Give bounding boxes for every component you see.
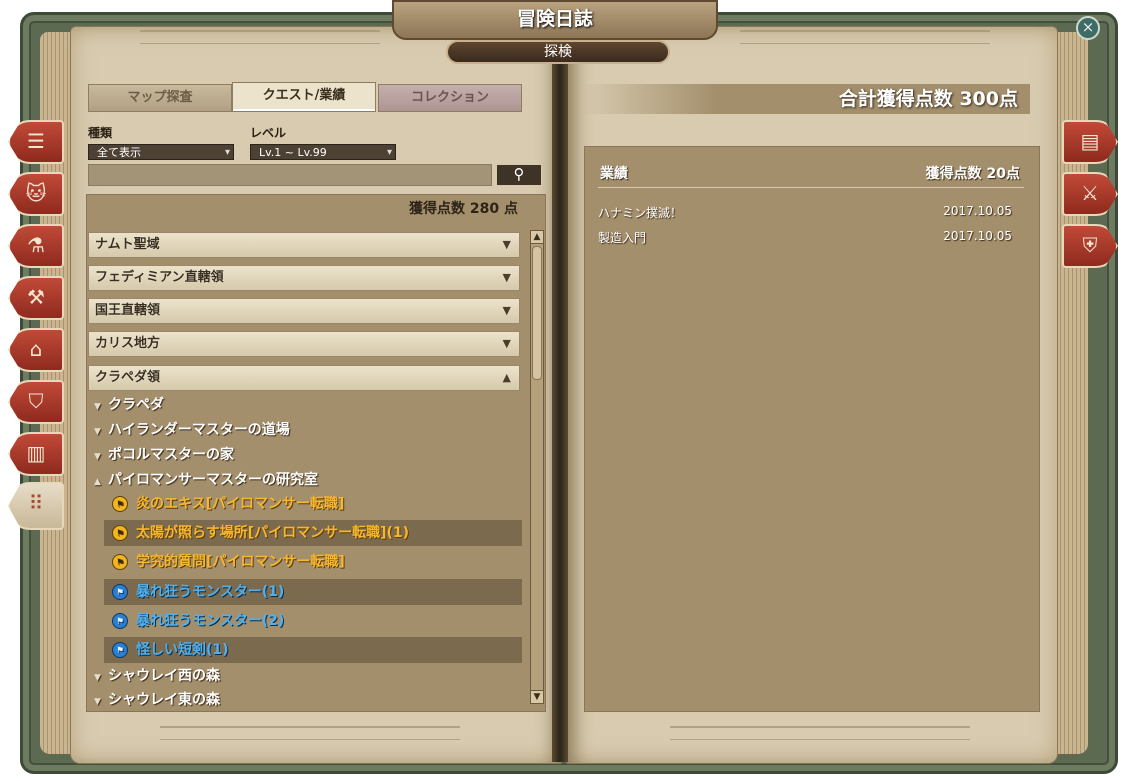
quest-label: 暴れ狂うモンスター(2) [136,613,285,629]
level-label: レベル [250,126,287,140]
subarea-item[interactable]: ▲ パイロマンサーマスターの研究室 [94,469,318,489]
quest-item[interactable]: ⚑ 学究的質問[パイロマンサー転職] [104,549,522,575]
subarea-label: クラペダ [108,397,164,413]
chevron-down-icon: ▼ [94,427,101,437]
scroll-thumb[interactable] [532,246,542,380]
achievements-header: 業績 獲得点数 20点 [598,160,1024,188]
quest-label: 学究的質問[パイロマンサー転職] [136,554,345,570]
scroll-up-icon[interactable]: ▲ [530,230,544,244]
type-label: 種類 [88,126,113,140]
chevron-up-icon: ▲ [502,371,511,384]
quest-label: 暴れ狂うモンスター(1) [136,584,285,600]
search-input[interactable] [88,164,492,186]
top-flourish-left [140,30,380,44]
type-select[interactable]: 全て表示 [88,144,234,161]
crest-icon[interactable]: ⛉ [8,380,64,424]
subarea-item[interactable]: ▼ シャウレイ西の森 [94,665,220,685]
region-klaipeda[interactable]: クラペダ領 ▲ [88,365,520,391]
subarea-item[interactable]: ▼ シャウレイ東の森 [94,689,220,709]
region-fedimian[interactable]: フェディミアン直轄領 ▼ [88,265,520,291]
quest-flag-icon: ⚑ [112,642,128,658]
tab-quest-achievements[interactable]: クエスト/業績 [232,82,376,112]
bottom-flourish-left [160,726,460,740]
footprints-icon[interactable]: ⠿ [8,482,64,530]
subarea-item[interactable]: ▼ ハイランダーマスターの道場 [94,419,290,439]
chevron-down-icon: ▼ [502,304,511,317]
quest-flag-icon: ⚑ [112,554,128,570]
achievement-row: ハナミン撲滅！ 2017.10.05 [598,204,1024,221]
search-icon[interactable]: ⚲ [496,164,542,186]
achievement-date: 2017.10.05 [943,229,1012,243]
total-points: 合計獲得点数 300点 [582,84,1030,114]
chevron-down-icon: ▼ [502,337,511,350]
quest-flag-icon: ⚑ [112,584,128,600]
window-subtitle: 探検 [446,40,670,64]
subarea-label: パイロマンサーマスターの研究室 [108,472,318,488]
quest-item[interactable]: ⚑ 暴れ狂うモンスター(2) [104,608,522,634]
quest-flag-icon: ⚑ [112,613,128,629]
chevron-down-icon: ▼ [502,271,511,284]
quest-label: 炎のエキス[パイロマンサー転職] [136,496,345,512]
tab-map-exploration[interactable]: マップ探査 [88,84,232,112]
subarea-item[interactable]: ▼ ポコルマスターの家 [94,444,234,464]
chevron-up-icon: ▲ [94,477,101,487]
quest-item[interactable]: ⚑ 太陽が照らす場所[パイロマンサー転職](1) [104,520,522,546]
region-label: カリス地方 [95,336,161,351]
region-label: フェディミアン直轄領 [95,270,224,285]
region-namt-sanctuary[interactable]: ナムト聖域 ▼ [88,232,520,258]
quest-flag-icon: ⚑ [112,496,128,512]
book-spine [552,40,568,762]
subarea-label: シャウレイ西の森 [108,668,220,684]
quest-label: 太陽が照らす場所[パイロマンサー転職](1) [136,525,410,541]
chart-icon[interactable]: ▥ [8,432,64,476]
potion-icon[interactable]: ⚗ [8,224,64,268]
top-flourish-right [740,30,990,44]
region-label: ナムト聖域 [95,237,160,252]
tab-collection[interactable]: コレクション [378,84,522,112]
achievement-name: 製造入門 [598,231,647,245]
subarea-label: シャウレイ東の森 [108,692,220,708]
region-label: クラペダ領 [95,370,161,385]
journal-icon[interactable]: ☰ [8,120,64,164]
anvil-icon[interactable]: ⚒ [8,276,64,320]
subarea-item[interactable]: ▼ クラペダ [94,394,164,414]
quest-flag-icon: ⚑ [112,525,128,541]
cat-icon[interactable]: 🐱 [8,172,64,216]
left-points: 獲得点数 280 点 [409,201,518,217]
level-select[interactable]: Lv.1 ~ Lv.99 [250,144,396,161]
chevron-down-icon: ▼ [502,238,511,251]
achievement-date: 2017.10.05 [943,204,1012,218]
house-icon[interactable]: ⌂ [8,328,64,372]
close-icon[interactable]: × [1076,16,1100,40]
quest-item[interactable]: ⚑ 暴れ狂うモンスター(1) [104,579,522,605]
region-label: 国王直轄領 [95,303,161,318]
region-karis[interactable]: カリス地方 ▼ [88,331,520,357]
chevron-down-icon: ▼ [94,697,101,707]
window-title: 冒険日誌 [392,0,718,40]
chevron-down-icon: ▼ [94,452,101,462]
header-achievements-label: 業績 [600,166,628,182]
subarea-label: ハイランダーマスターの道場 [108,422,290,438]
header-points-label: 獲得点数 20点 [925,166,1020,182]
subarea-label: ポコルマスターの家 [108,447,234,463]
bottom-flourish-right [670,726,970,740]
quest-item[interactable]: ⚑ 炎のエキス[パイロマンサー転職] [104,491,522,517]
region-royal-domain[interactable]: 国王直轄領 ▼ [88,298,520,324]
achievement-name: ハナミン撲滅！ [598,206,683,220]
quest-label: 怪しい短剣(1) [136,642,229,658]
achievement-row: 製造入門 2017.10.05 [598,229,1024,246]
scroll-down-icon[interactable]: ▼ [530,690,544,704]
quest-item[interactable]: ⚑ 怪しい短剣(1) [104,637,522,663]
chevron-down-icon: ▼ [94,402,101,412]
chevron-down-icon: ▼ [94,673,101,683]
